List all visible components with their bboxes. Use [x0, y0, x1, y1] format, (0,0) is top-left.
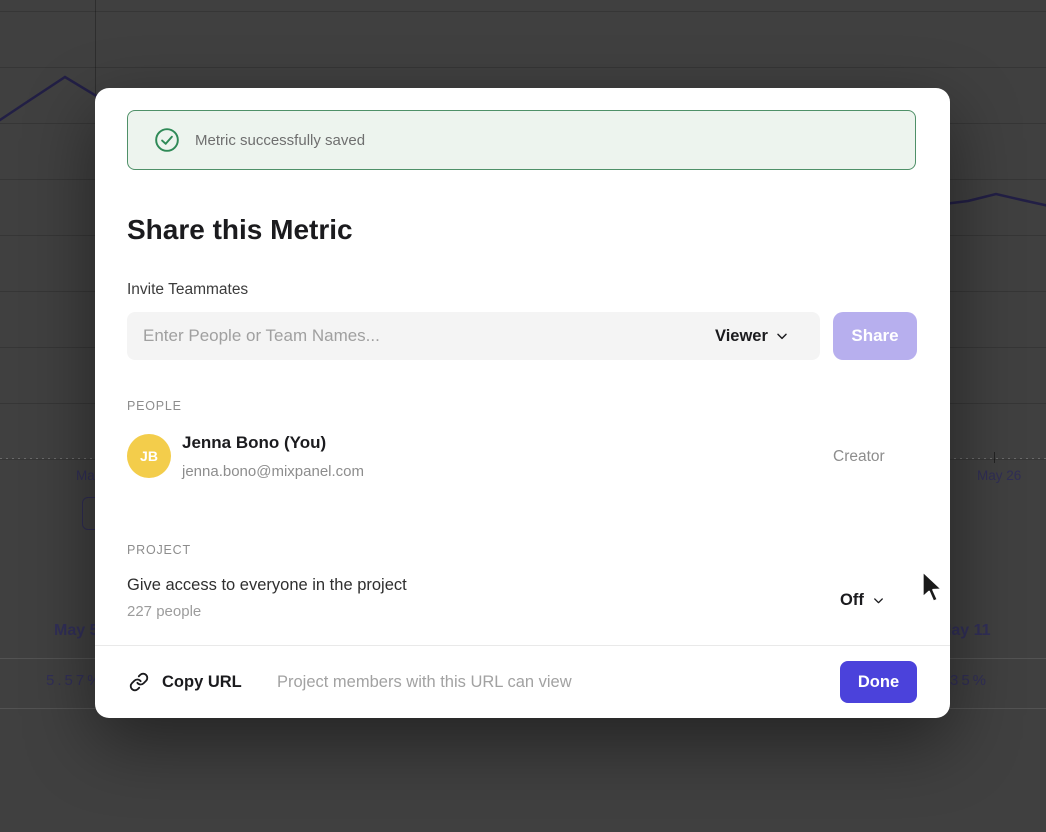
person-email: jenna.bono@mixpanel.com	[182, 463, 364, 480]
role-dropdown-value: Viewer	[715, 327, 768, 346]
people-section-label: PEOPLE	[127, 399, 182, 413]
copy-url-label: Copy URL	[162, 673, 242, 692]
mouse-cursor-icon	[921, 570, 951, 604]
invite-teammates-label: Invite Teammates	[127, 281, 248, 299]
share-metric-modal: Metric successfully saved Share this Met…	[95, 88, 950, 718]
modal-title: Share this Metric	[127, 214, 353, 246]
link-icon	[129, 672, 149, 692]
background-table-header-left: May 5	[54, 622, 98, 640]
person-name: Jenna Bono (You)	[182, 433, 326, 453]
avatar: JB	[127, 434, 171, 478]
background-table-value-right: 35%	[950, 672, 989, 689]
copy-url-button[interactable]: Copy URL	[129, 661, 242, 703]
project-access-title: Give access to everyone in the project	[127, 576, 407, 595]
toast-message: Metric successfully saved	[195, 132, 365, 149]
project-people-count: 227 people	[127, 603, 201, 620]
done-button[interactable]: Done	[840, 661, 917, 703]
success-toast: Metric successfully saved	[127, 110, 916, 170]
share-button[interactable]: Share	[833, 312, 917, 360]
background-axis-label-right: May 26	[977, 468, 1021, 483]
person-role-label: Creator	[833, 448, 885, 466]
chevron-down-icon	[774, 328, 790, 344]
project-access-dropdown[interactable]: Off	[840, 586, 886, 614]
project-section-label: PROJECT	[127, 543, 191, 557]
chevron-down-icon	[871, 593, 886, 608]
project-access-dropdown-value: Off	[840, 591, 864, 610]
url-permission-hint: Project members with this URL can view	[277, 673, 572, 692]
role-dropdown[interactable]: Viewer	[707, 312, 798, 360]
modal-footer: Copy URL Project members with this URL c…	[95, 645, 950, 718]
check-circle-icon	[154, 127, 180, 153]
